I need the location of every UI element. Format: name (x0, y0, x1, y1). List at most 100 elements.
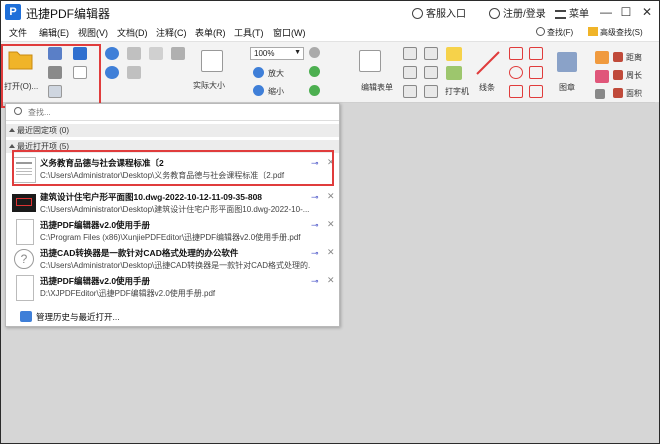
zoom-in-label[interactable]: 放大 (268, 68, 284, 79)
blank-page-thumbnail-icon (16, 275, 34, 301)
line-label: 线条 (479, 83, 495, 92)
recent-item[interactable]: 迅捷PDF编辑器v2.0使用手册 D:\XJPDFEditor\迅捷PDF编辑器… (6, 272, 339, 304)
menu-comment[interactable]: 注释(C) (156, 26, 187, 39)
chevron-down-icon: ▼ (294, 49, 301, 56)
recent-item-title: 迅捷PDF编辑器v2.0使用手册 (40, 276, 151, 286)
edit-form-icon[interactable] (359, 50, 381, 72)
menu-view[interactable]: 视图(V) (78, 26, 108, 39)
search-icon (14, 107, 22, 115)
find-button[interactable]: 查找(F) (536, 27, 573, 38)
open-dropdown-panel: 查找... 最近固定项 (0) 最近打开项 (5) 义务教育品德与社会课程标准〔… (5, 103, 340, 327)
advanced-find-button[interactable]: 高级查找(S) (588, 27, 643, 38)
hand-icon[interactable] (127, 47, 141, 60)
sticky-icon[interactable] (446, 66, 462, 80)
perimeter-label[interactable]: 周长 (626, 70, 642, 81)
manage-history-button[interactable]: 管理历史与最近打开... (6, 308, 339, 325)
menu-edit[interactable]: 编辑(E) (39, 26, 69, 39)
minimize-button[interactable]: — (597, 3, 615, 21)
rectangle-icon[interactable] (509, 85, 523, 98)
cloud-shape-icon[interactable] (529, 66, 543, 79)
redo-icon[interactable] (105, 66, 119, 79)
menu-tools[interactable]: 工具(T) (234, 26, 264, 39)
menu-file[interactable]: 文件 (9, 26, 27, 39)
app-logo-icon: P (5, 4, 21, 20)
pin-icon[interactable]: ⊸ (311, 248, 319, 259)
search-placeholder: 查找... (28, 108, 51, 117)
area-label[interactable]: 面积 (626, 88, 642, 99)
text-box-icon[interactable] (403, 66, 417, 79)
remove-icon[interactable]: ✕ (327, 191, 335, 202)
rotate-icon[interactable] (309, 66, 320, 77)
zoom-out-icon[interactable] (253, 85, 264, 96)
hamburger-icon (555, 10, 566, 19)
recent-search-input[interactable]: 查找... (6, 104, 339, 121)
zoom-in-icon[interactable] (253, 67, 264, 78)
print-icon[interactable] (48, 66, 62, 79)
pin-icon[interactable]: ⊸ (311, 220, 319, 231)
polyline-icon[interactable] (529, 47, 543, 60)
underline-icon[interactable] (424, 66, 438, 79)
distance-label[interactable]: 距离 (626, 52, 642, 63)
undo-icon[interactable] (105, 47, 119, 60)
remove-icon[interactable]: ✕ (327, 219, 335, 230)
pinned-section-header[interactable]: 最近固定项 (0) (6, 124, 339, 137)
recent-item-title: 建筑设计住宅户形平面图10.dwg-2022-10-12-11-09-35-80… (40, 192, 263, 202)
refresh-icon[interactable] (309, 85, 320, 96)
pen-icon[interactable] (595, 89, 605, 99)
customer-service-link[interactable]: 客服入口 (412, 5, 466, 20)
recent-item-title: 迅捷PDF编辑器v2.0使用手册 (40, 220, 151, 230)
actual-size-icon[interactable] (201, 50, 223, 72)
callout-icon[interactable] (403, 85, 417, 98)
stamp-icon[interactable] (557, 52, 577, 72)
find-label: 查找(F) (547, 28, 574, 37)
maximize-button[interactable]: ☐ (617, 3, 635, 21)
menu-window[interactable]: 窗口(W) (273, 26, 306, 39)
line-tool-icon[interactable] (475, 50, 501, 76)
area-icon[interactable] (613, 88, 623, 98)
new-doc-icon[interactable] (48, 85, 62, 98)
headset-icon (412, 8, 423, 19)
login-link[interactable]: 注册/登录 (489, 5, 546, 20)
zoom-out-label: 缩小 (268, 87, 284, 96)
recent-item-path: C:\Users\Administrator\Desktop\建筑设计住宅户形平… (40, 205, 310, 214)
zoom-tool-icon[interactable] (309, 47, 320, 58)
pencil-icon[interactable] (595, 70, 609, 83)
document-icon[interactable] (73, 66, 87, 79)
customer-service-label: 客服入口 (426, 9, 466, 20)
snapshot-icon[interactable] (149, 47, 163, 60)
edit-form-label: 编辑表单 (361, 83, 393, 92)
circle-icon[interactable] (509, 66, 523, 79)
eraser-icon[interactable] (595, 51, 609, 64)
recent-item-path: D:\XJPDFEditor\迅捷PDF编辑器v2.0使用手册.pdf (40, 289, 216, 298)
user-icon (489, 8, 500, 19)
recent-item-title: 迅捷CAD转换器是一款针对CAD格式处理的办公软件 (40, 248, 239, 258)
question-mark-icon: ? (14, 249, 34, 269)
vertical-scrollbar[interactable] (655, 102, 659, 443)
history-icon (20, 311, 32, 322)
distance-icon[interactable] (613, 52, 623, 62)
cloud-icon[interactable] (73, 47, 87, 60)
arrow-icon[interactable] (529, 85, 543, 98)
pin-icon[interactable]: ⊸ (311, 276, 319, 287)
note-icon[interactable] (446, 47, 462, 61)
strikeout-icon[interactable] (424, 47, 438, 60)
perimeter-icon[interactable] (613, 70, 623, 80)
menu-link[interactable]: 菜单 (555, 5, 589, 20)
title-bar: P 迅捷PDF编辑器 客服入口 注册/登录 菜单 — ☐ ✕ (1, 1, 659, 23)
remove-icon[interactable]: ✕ (327, 247, 335, 258)
menu-label: 菜单 (569, 9, 589, 20)
recent-item-path: C:\Program Files (x86)\XunjiePDFEditor\迅… (40, 233, 301, 242)
save-icon[interactable] (48, 47, 62, 60)
zoom-select[interactable]: 100% ▼ (250, 47, 304, 60)
polygon-icon[interactable] (509, 47, 523, 60)
advanced-find-icon (588, 27, 598, 36)
camera-icon[interactable] (171, 47, 185, 60)
text-field-icon[interactable] (403, 47, 417, 60)
highlight-icon[interactable] (424, 85, 438, 98)
select-icon[interactable] (127, 66, 141, 79)
menu-document[interactable]: 文档(D) (117, 26, 148, 39)
close-button[interactable]: ✕ (638, 3, 656, 21)
remove-icon[interactable]: ✕ (327, 275, 335, 286)
pin-icon[interactable]: ⊸ (311, 192, 319, 203)
menu-form[interactable]: 表单(R) (195, 26, 226, 39)
